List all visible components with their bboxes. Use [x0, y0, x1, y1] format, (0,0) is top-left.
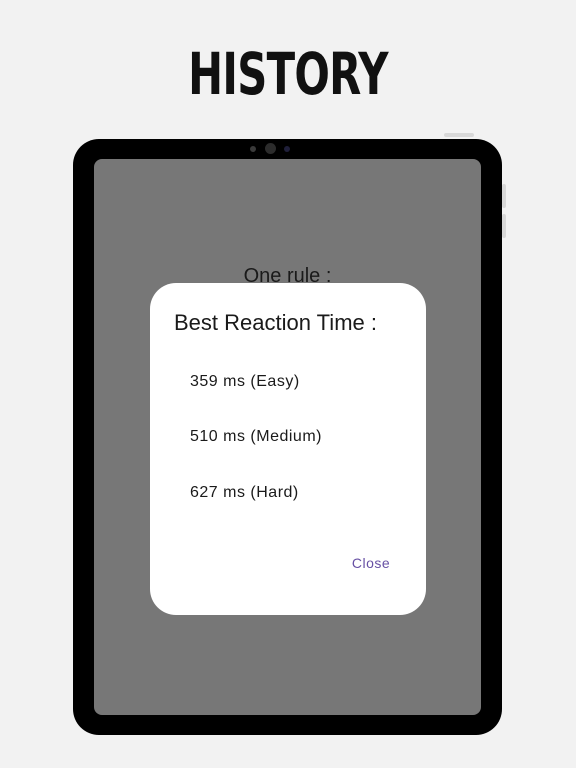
- camera-icon: [265, 143, 276, 154]
- tablet-frame: One rule : Best Reaction Time : 359 ms (…: [73, 139, 502, 735]
- dialog-title: Best Reaction Time :: [174, 310, 377, 335]
- device-volume-down-button: [502, 214, 506, 238]
- score-medium: 510 ms (Medium): [190, 428, 322, 445]
- close-button[interactable]: Close: [343, 550, 399, 576]
- best-time-dialog: Best Reaction Time : 359 ms (Easy) 510 m…: [150, 283, 426, 615]
- score-hard: 627 ms (Hard): [190, 484, 299, 501]
- app-screen: One rule : Best Reaction Time : 359 ms (…: [94, 159, 481, 715]
- flash-icon: [284, 146, 290, 152]
- page-headline: HISTORY: [188, 40, 388, 108]
- device-volume-up-button: [502, 184, 506, 208]
- device-power-button: [444, 133, 474, 137]
- sensor-icon: [250, 146, 256, 152]
- score-easy: 359 ms (Easy): [190, 373, 300, 390]
